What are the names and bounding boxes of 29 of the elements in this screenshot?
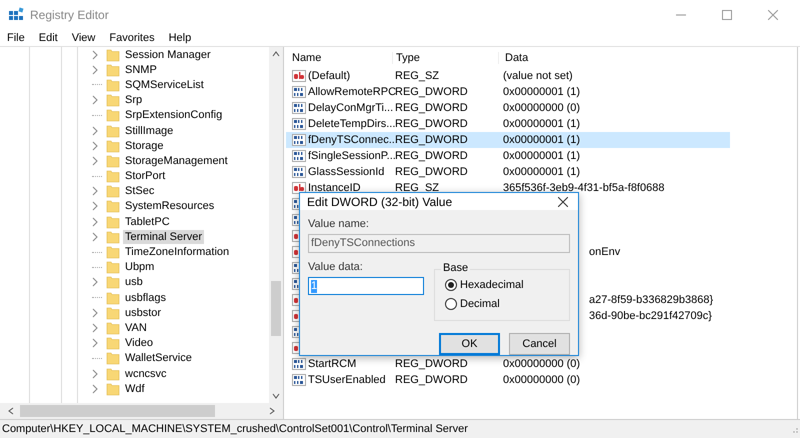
window-title: Registry Editor <box>30 8 109 22</box>
value-data: 0x00000001 (1) <box>503 86 580 98</box>
value-type: REG_DWORD <box>395 134 468 146</box>
value-data: 0x00000001 (1) <box>503 134 580 146</box>
value-type: REG_DWORD <box>395 166 468 178</box>
value-type: REG_SZ <box>395 182 440 194</box>
group-label: Base <box>441 262 470 274</box>
value-data: 0x00000001 (1) <box>503 118 580 130</box>
value-data: 0x00000000 (0) <box>503 102 580 114</box>
value-data: 0x00000000 (0) <box>503 374 580 386</box>
value-data: 0x00000001 (1) <box>503 166 580 178</box>
value-data: 365f536f-3eb9-4f31-bf5a-f8f0688 <box>503 182 664 194</box>
value-type: REG_DWORD <box>395 150 468 162</box>
field-label: Value data: <box>308 261 364 273</box>
value-type: REG_DWORD <box>395 102 468 114</box>
value-type: REG_SZ <box>395 70 440 82</box>
value-type: REG_DWORD <box>395 374 468 386</box>
value-type: REG_DWORD <box>395 358 468 370</box>
value-data: 36d-90be-bc291f42709c} <box>589 310 712 322</box>
value-data: 0x00000001 (1) <box>503 150 580 162</box>
status-path: Computer\HKEY_LOCAL_MACHINE\SYSTEM_crushed\ControlSet001\Control\Terminal Server <box>2 423 468 435</box>
value-type: REG_DWORD <box>395 118 468 130</box>
value-data: 0x00000000 (0) <box>503 358 580 370</box>
dialog-title: Edit DWORD (32-bit) Value <box>307 194 452 208</box>
field-label: Value name: <box>308 218 370 230</box>
value-data: (value not set) <box>503 70 573 82</box>
value-data: onEnv <box>589 246 620 258</box>
value-type: REG_DWORD <box>395 86 468 98</box>
value-data: a27-8f59-b336829b3868} <box>589 294 714 306</box>
